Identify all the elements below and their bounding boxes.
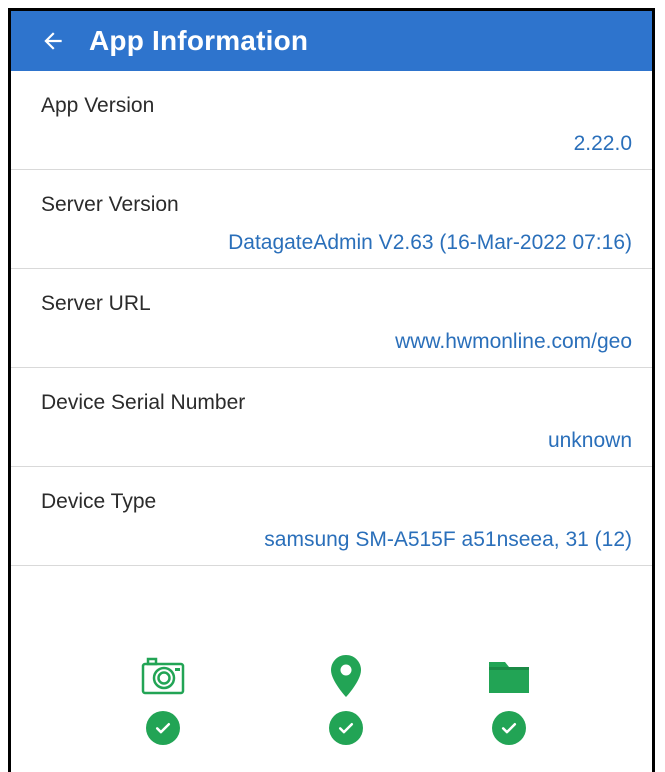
- page-title: App Information: [89, 25, 309, 56]
- check-circle-icon: [329, 711, 363, 745]
- info-value: unknown: [547, 429, 632, 452]
- info-label: App Version: [41, 94, 155, 117]
- info-row-device-type: Device Type samsung SM-A515F a51nseea, 3…: [11, 467, 652, 566]
- app-window: App Information App Version 2.22.0 Serve…: [8, 8, 655, 772]
- location-permission[interactable]: [316, 651, 376, 745]
- info-row-device-serial: Device Serial Number unknown: [11, 368, 652, 467]
- info-value: 2.22.0: [573, 132, 632, 155]
- location-pin-icon: [321, 651, 371, 701]
- info-label: Device Serial Number: [41, 391, 246, 414]
- info-label: Device Type: [41, 490, 157, 513]
- info-row-server-url: Server URL www.hwmonline.com/geo: [11, 269, 652, 368]
- info-value: DatagateAdmin V2.63 (16-Mar-2022 07:16): [228, 231, 632, 254]
- folder-icon: [484, 651, 534, 701]
- check-circle-icon: [492, 711, 526, 745]
- camera-icon: [138, 651, 188, 701]
- info-value: samsung SM-A515F a51nseea, 31 (12): [264, 528, 632, 551]
- check-circle-icon: [146, 711, 180, 745]
- info-value: www.hwmonline.com/geo: [395, 330, 632, 353]
- info-label: Server URL: [41, 292, 151, 315]
- arrow-left-icon: [44, 32, 62, 50]
- info-row-server-version: Server Version DatagateAdmin V2.63 (16-M…: [11, 170, 652, 269]
- storage-permission[interactable]: [479, 651, 539, 745]
- info-label: Server Version: [41, 193, 179, 216]
- camera-permission[interactable]: [133, 651, 193, 745]
- back-button[interactable]: [23, 11, 83, 71]
- app-bar: App Information: [11, 11, 652, 71]
- info-row-app-version: App Version 2.22.0: [11, 71, 652, 170]
